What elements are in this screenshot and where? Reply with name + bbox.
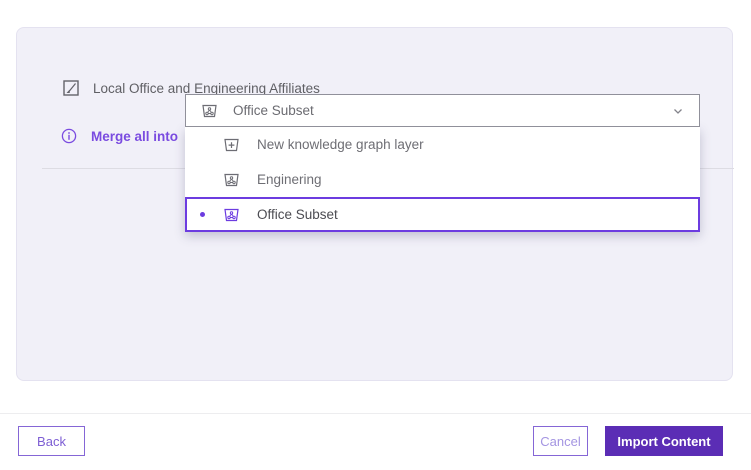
merge-target-option-list: New knowledge graph layer Enginering [185,127,700,232]
knowledge-graph-layer-icon [222,207,241,223]
back-button[interactable]: Back [18,426,85,456]
option-label: Enginering [257,172,322,187]
import-content-button[interactable]: Import Content [605,426,723,456]
option-new-knowledge-graph-layer[interactable]: New knowledge graph layer [185,127,700,162]
new-knowledge-graph-layer-icon [222,137,241,153]
knowledge-graph-layer-icon [222,172,241,188]
option-label: Office Subset [257,207,338,222]
chevron-down-icon [671,104,685,118]
cancel-button[interactable]: Cancel [533,426,588,456]
merge-row: Merge all into [61,128,178,144]
knowledge-graph-layer-icon [200,103,219,119]
footer-divider [0,413,751,414]
info-icon [61,128,77,144]
merge-all-into-label: Merge all into [91,129,178,144]
sketch-layer-icon [63,80,79,96]
option-label: New knowledge graph layer [257,137,424,152]
selected-bullet-icon [200,212,205,217]
option-office-subset-selected[interactable]: Office Subset [185,197,700,232]
merge-target-select[interactable]: Office Subset [185,94,700,127]
select-value: Office Subset [233,103,657,118]
option-enginering[interactable]: Enginering [185,162,700,197]
